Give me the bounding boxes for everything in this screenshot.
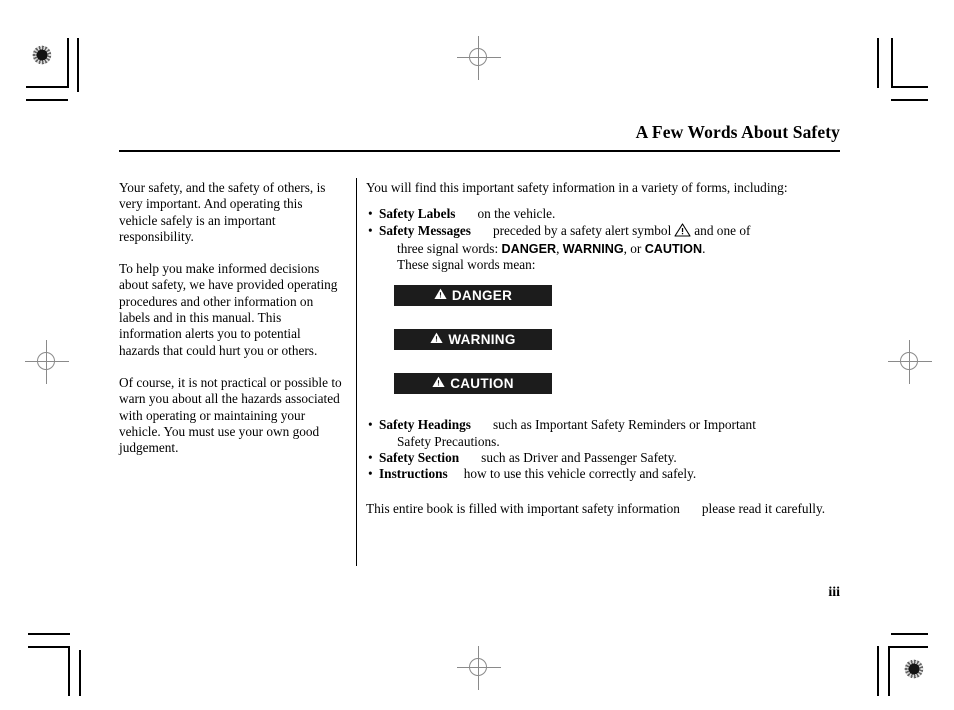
list-item-label: Instructions: [379, 466, 448, 482]
list-item-label: Safety Headings: [379, 417, 471, 433]
paragraph: Your safety, and the safety of others, i…: [119, 180, 326, 244]
list-item-label: Safety Messages: [379, 222, 471, 238]
left-column: Your safety, and the safety of others, i…: [119, 180, 344, 472]
closing-text-after: please read it carefully.: [701, 500, 826, 516]
continuation-prefix: three signal words:: [397, 240, 499, 256]
list-item-label: Safety Labels: [379, 206, 456, 222]
list-item-text: on the vehicle.: [477, 206, 556, 222]
warning-triangle-icon: [434, 288, 447, 304]
list-item-text: such as Driver and Passenger Safety.: [481, 450, 677, 466]
list-item-text: how to use this vehicle correctly and sa…: [463, 466, 697, 482]
closing-paragraph: This entire book is filled with importan…: [366, 501, 828, 517]
bullet-glyph: •: [368, 466, 373, 482]
intro-paragraph: You will find this important safety info…: [366, 180, 788, 195]
signal-word-warning: WARNING: [562, 241, 624, 256]
column-divider: [356, 178, 357, 566]
safety-alert-triangle-icon: [674, 223, 691, 241]
page-number: iii: [828, 585, 840, 600]
signal-word-danger: DANGER: [501, 241, 557, 256]
manual-page: A Few Words About Safety Your safety, an…: [0, 0, 954, 710]
list-item: • Safety Labels on the vehicle.: [366, 206, 828, 222]
safety-forms-list-lower: • Safety Headings such as Important Safet…: [366, 417, 828, 482]
list-item: • Safety Headings such as Important Safet…: [366, 417, 828, 450]
paragraph: To help you make informed decisions abou…: [119, 261, 338, 358]
right-column: You will find this important safety info…: [366, 180, 828, 517]
separator: .: [702, 240, 706, 256]
bullet-glyph: •: [368, 222, 373, 238]
caution-signal-box: CAUTION: [394, 373, 552, 395]
signal-box-label: WARNING: [448, 331, 516, 347]
warning-triangle-icon: [430, 332, 443, 348]
page-title: A Few Words About Safety: [635, 122, 840, 142]
list-item-label: Safety Section: [379, 450, 460, 466]
danger-signal-box: DANGER: [394, 285, 552, 307]
list-item: • Safety Section such as Driver and Passe…: [366, 450, 828, 466]
warning-signal-box: WARNING: [394, 329, 552, 351]
warning-triangle-icon: [432, 376, 445, 392]
list-item-text: such as Important Safety Reminders or Im…: [492, 417, 756, 433]
list-item-continuation: Safety Precautions.: [397, 433, 500, 449]
separator: ,: [556, 240, 560, 256]
list-item-text-continued: and one of: [694, 222, 751, 238]
signal-box-label: DANGER: [451, 287, 513, 303]
safety-forms-list-upper: • Safety Labels on the vehicle. • Safety …: [366, 206, 828, 273]
list-item-text: preceded by a safety alert symbol: [492, 222, 672, 238]
bullet-glyph: •: [368, 417, 373, 433]
list-item-continuation: three signal words: DANGER, WARNING, or …: [379, 241, 828, 257]
closing-text-before: This entire book is filled with importan…: [366, 500, 680, 516]
signal-word-boxes: DANGER WARNING CAUTION: [366, 285, 828, 395]
paragraph: Of course, it is not practical or possib…: [119, 374, 342, 456]
signal-box-label: CAUTION: [450, 375, 514, 391]
bullet-glyph: •: [368, 206, 373, 222]
list-item: • Instructions how to use this vehicle co…: [366, 466, 828, 482]
separator: , or: [623, 240, 642, 256]
header-rule: [119, 150, 840, 152]
list-item-closing-line: These signal words mean:: [397, 257, 536, 273]
list-item: • Safety Messages preceded by a safety al…: [366, 223, 828, 274]
signal-word-caution: CAUTION: [644, 241, 703, 256]
bullet-glyph: •: [368, 450, 373, 466]
